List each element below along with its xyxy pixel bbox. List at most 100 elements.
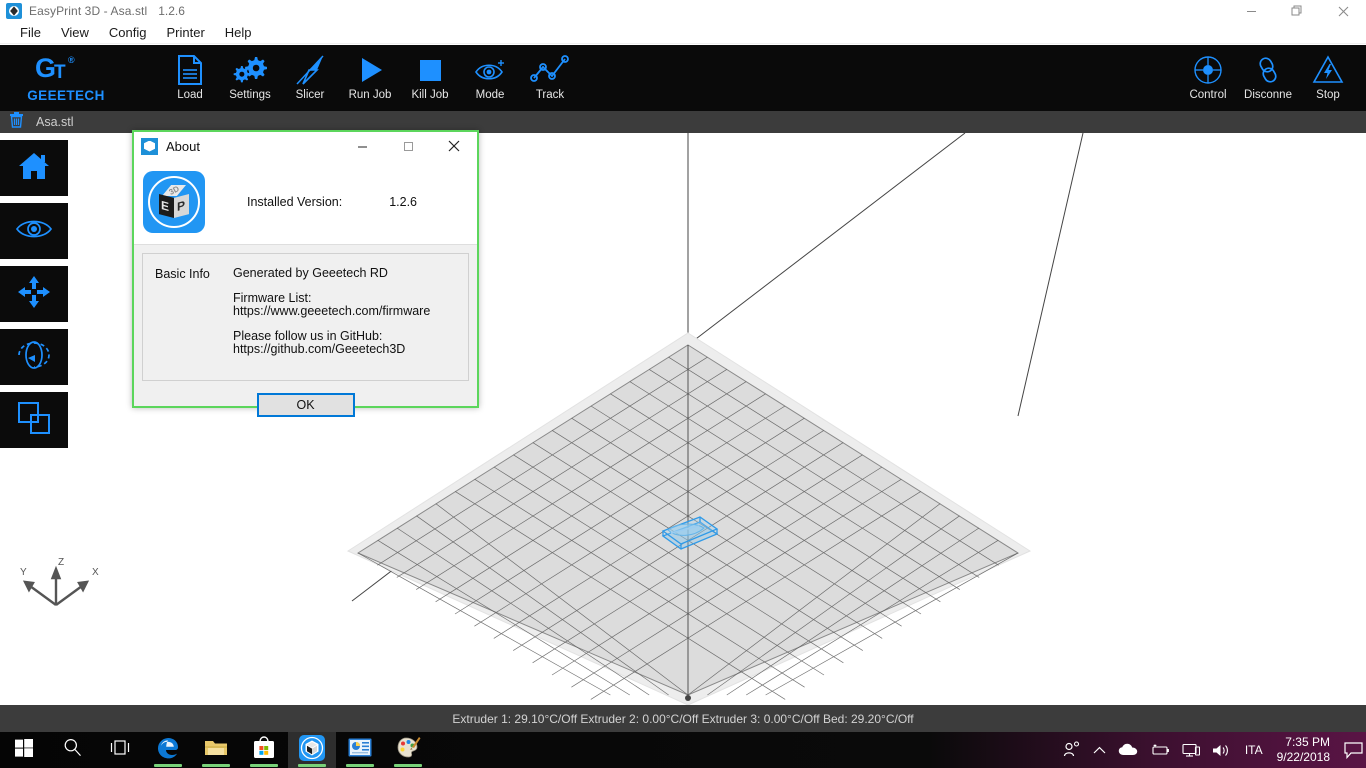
toolbar-runjob-button[interactable]: Run Job — [340, 45, 400, 111]
eye-icon — [473, 52, 507, 88]
move-arrows-icon — [17, 275, 51, 314]
about-dialog-title: About — [166, 138, 200, 154]
taskbar-easyprint3d-button[interactable] — [288, 732, 336, 768]
toolbar-disconnect-button[interactable]: Disconne — [1238, 45, 1298, 111]
people-icon[interactable] — [1057, 732, 1087, 768]
icon-letter-p: P — [177, 197, 186, 215]
menu-item-view[interactable]: View — [51, 23, 99, 42]
geeetech-logo: G T ® GEEETECH — [6, 51, 126, 105]
task-view-icon — [109, 738, 131, 762]
taskbar-edge-button[interactable] — [144, 732, 192, 768]
toolbar-control-label: Control — [1189, 89, 1227, 101]
minimize-button[interactable] — [1228, 0, 1274, 22]
network-icon[interactable] — [1176, 732, 1206, 768]
menu-item-file[interactable]: File — [10, 23, 51, 42]
status-bar: Extruder 1: 29.10°C/Off Extruder 2: 0.00… — [0, 705, 1366, 732]
sidebar-item-view[interactable] — [0, 203, 68, 259]
about-dialog-header: 3D E P Installed Version: 1.2.6 — [134, 160, 477, 245]
trash-icon[interactable] — [9, 111, 24, 133]
toolbar-slicer-label: Slicer — [295, 89, 325, 101]
generated-by-text: Generated by Geeetech RD — [233, 266, 388, 280]
taskbar-running-indicator — [346, 764, 374, 767]
toolbar-control-button[interactable]: Control — [1178, 45, 1238, 111]
taskbar-paint-button[interactable] — [384, 732, 432, 768]
axis-label-x: X — [92, 567, 99, 578]
play-icon — [355, 52, 385, 88]
sidebar-item-rotate[interactable] — [0, 329, 68, 385]
eye-icon — [15, 216, 53, 247]
about-info-text: Generated by Geeetech RD Firmware List: … — [233, 267, 430, 380]
sidebar-item-scale[interactable] — [0, 392, 68, 448]
about-minimize-button[interactable] — [339, 132, 385, 160]
taskbar-clock[interactable]: 7:35 PM 9/22/2018 — [1271, 732, 1340, 768]
home-icon — [17, 150, 51, 187]
taskbar-running-indicator — [202, 764, 230, 767]
onedrive-icon[interactable] — [1112, 732, 1144, 768]
toolbar-track-label: Track — [535, 89, 565, 101]
app-icon-small — [6, 3, 22, 19]
toolbar-disconnect-label: Disconne — [1244, 89, 1292, 101]
axis-label-z: Z — [58, 557, 64, 568]
icon-letter-e: E — [161, 197, 170, 215]
menu-item-printer[interactable]: Printer — [156, 23, 214, 42]
toolbar-killjob-button[interactable]: Kill Job — [400, 45, 460, 111]
taskbar-search-button[interactable] — [48, 732, 96, 768]
taskbar-presentation-button[interactable] — [336, 732, 384, 768]
system-tray: ITA 7:35 PM 9/22/2018 — [1057, 732, 1366, 768]
document-icon — [176, 52, 204, 88]
origin-marker — [685, 695, 691, 701]
about-ok-button[interactable]: OK — [256, 393, 355, 417]
window-version: 1.2.6 — [158, 4, 185, 18]
toolbar-track-button[interactable]: Track — [520, 45, 580, 111]
menu-item-config[interactable]: Config — [99, 23, 157, 42]
menu-item-help[interactable]: Help — [215, 23, 262, 42]
warning-bolt-icon — [1312, 52, 1344, 88]
clock-time: 7:35 PM — [1285, 735, 1330, 749]
maximize-button[interactable] — [1274, 0, 1320, 22]
action-center-button[interactable] — [1340, 732, 1366, 768]
sidebar-item-home[interactable] — [0, 140, 68, 196]
installed-version-row: Installed Version: 1.2.6 — [247, 195, 417, 209]
svg-text:T: T — [54, 62, 66, 83]
toolbar-load-button[interactable]: Load — [160, 45, 220, 111]
toolbar-settings-label: Settings — [229, 89, 271, 101]
about-maximize-button[interactable] — [385, 132, 431, 160]
taskbar-task-view-button[interactable] — [96, 732, 144, 768]
toolbar-mode-button[interactable]: Mode — [460, 45, 520, 111]
folder-icon — [204, 737, 228, 763]
control-dial-icon — [1192, 52, 1224, 88]
window-controls — [1228, 0, 1366, 22]
chain-link-icon — [1252, 52, 1284, 88]
battery-icon[interactable] — [1144, 732, 1176, 768]
toolbar-stop-label: Stop — [1316, 89, 1340, 101]
toolbar-settings-button[interactable]: Settings — [220, 45, 280, 111]
show-hidden-icons-chevron[interactable] — [1087, 732, 1112, 768]
edge-icon — [156, 736, 180, 765]
sidebar-item-move[interactable] — [0, 266, 68, 322]
toolbar-stop-button[interactable]: Stop — [1298, 45, 1358, 111]
easyprint-cube-icon — [299, 734, 325, 766]
taskbar-store-button[interactable] — [240, 732, 288, 768]
toolbar-slicer-button[interactable]: Slicer — [280, 45, 340, 111]
store-icon — [253, 736, 275, 764]
about-dialog-icon — [141, 137, 158, 155]
volume-icon[interactable] — [1206, 732, 1237, 768]
about-close-button[interactable] — [431, 132, 477, 160]
presentation-icon — [348, 738, 372, 762]
svg-text:G: G — [35, 53, 55, 83]
close-button[interactable] — [1320, 0, 1366, 22]
scale-squares-icon — [17, 401, 51, 440]
rotate-icon — [16, 338, 52, 377]
taskbar-running-indicator — [298, 764, 326, 767]
github-url[interactable]: https://github.com/Geeetech3D — [233, 343, 430, 356]
input-language-indicator[interactable]: ITA — [1237, 743, 1271, 757]
windows-taskbar: ITA 7:35 PM 9/22/2018 — [0, 732, 1366, 768]
taskbar-start-button[interactable] — [0, 732, 48, 768]
gears-icon — [233, 52, 267, 88]
taskbar-running-indicator — [154, 764, 182, 767]
firmware-list-url[interactable]: https://www.geeetech.com/firmware — [233, 305, 430, 318]
window-title: EasyPrint 3D - Asa.stl — [29, 4, 148, 18]
logo-wordmark: GEEETECH — [27, 88, 105, 104]
temperature-status-text: Extruder 1: 29.10°C/Off Extruder 2: 0.00… — [452, 711, 914, 726]
taskbar-file-explorer-button[interactable] — [192, 732, 240, 768]
